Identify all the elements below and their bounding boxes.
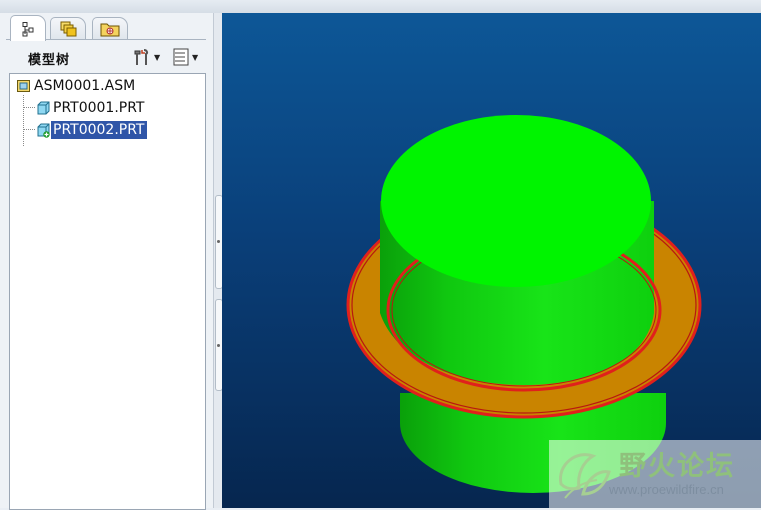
chevron-down-icon: ▼ xyxy=(192,52,199,62)
tree-connector-line xyxy=(23,95,24,146)
chevron-down-icon: ▼ xyxy=(154,52,161,62)
top-toolbar-strip xyxy=(0,0,761,14)
model-tree-header: 模型树 ▼ ▼ xyxy=(8,44,208,70)
tree-item-prt0001[interactable]: PRT0001.PRT xyxy=(35,98,147,118)
navigator-tabs xyxy=(6,15,206,41)
layers-icon xyxy=(60,21,77,37)
tree-settings-button[interactable]: ▼ xyxy=(132,47,160,67)
navigator-panel: 模型树 ▼ ▼ ASM0001.ASM PRT0001.PRT PRT0002.… xyxy=(0,13,213,510)
folder-icon xyxy=(100,23,120,37)
list-icon xyxy=(173,48,189,66)
model-tree-title: 模型树 xyxy=(28,53,71,68)
grip-dot xyxy=(217,344,220,347)
tree-connector-line xyxy=(23,107,35,108)
assembly-icon xyxy=(17,80,30,92)
watermark-title: 野火论坛 xyxy=(619,451,735,482)
part-new-icon xyxy=(37,123,50,138)
part-icon xyxy=(37,101,50,115)
grip-dot xyxy=(217,240,220,243)
layers-tab[interactable] xyxy=(50,17,86,40)
cylinder-top-face xyxy=(381,115,651,287)
tree-item-label: PRT0001.PRT xyxy=(53,100,145,116)
tree-item-asm0001[interactable]: ASM0001.ASM xyxy=(16,76,137,96)
tools-icon xyxy=(134,49,149,65)
model-tree-tab[interactable] xyxy=(10,15,46,41)
tree-connector-line xyxy=(23,129,35,130)
watermark-url: www.proewildfire.cn xyxy=(609,482,724,497)
model-tree-icon xyxy=(22,21,34,36)
tree-item-prt0002[interactable]: PRT0002.PRT xyxy=(35,120,147,140)
folder-browser-tab[interactable] xyxy=(92,17,128,40)
tree-show-button[interactable]: ▼ xyxy=(172,47,198,67)
model-render xyxy=(346,115,702,493)
forum-watermark: 野火论坛 www.proewildfire.cn xyxy=(549,440,761,508)
graphics-window[interactable] xyxy=(222,13,761,508)
model-tree[interactable]: ASM0001.ASM PRT0001.PRT PRT0002.PRT xyxy=(9,73,206,510)
leaf-logo-icon xyxy=(559,453,611,499)
tree-item-label: ASM0001.ASM xyxy=(34,78,136,94)
tree-item-label: PRT0002.PRT xyxy=(51,121,147,139)
